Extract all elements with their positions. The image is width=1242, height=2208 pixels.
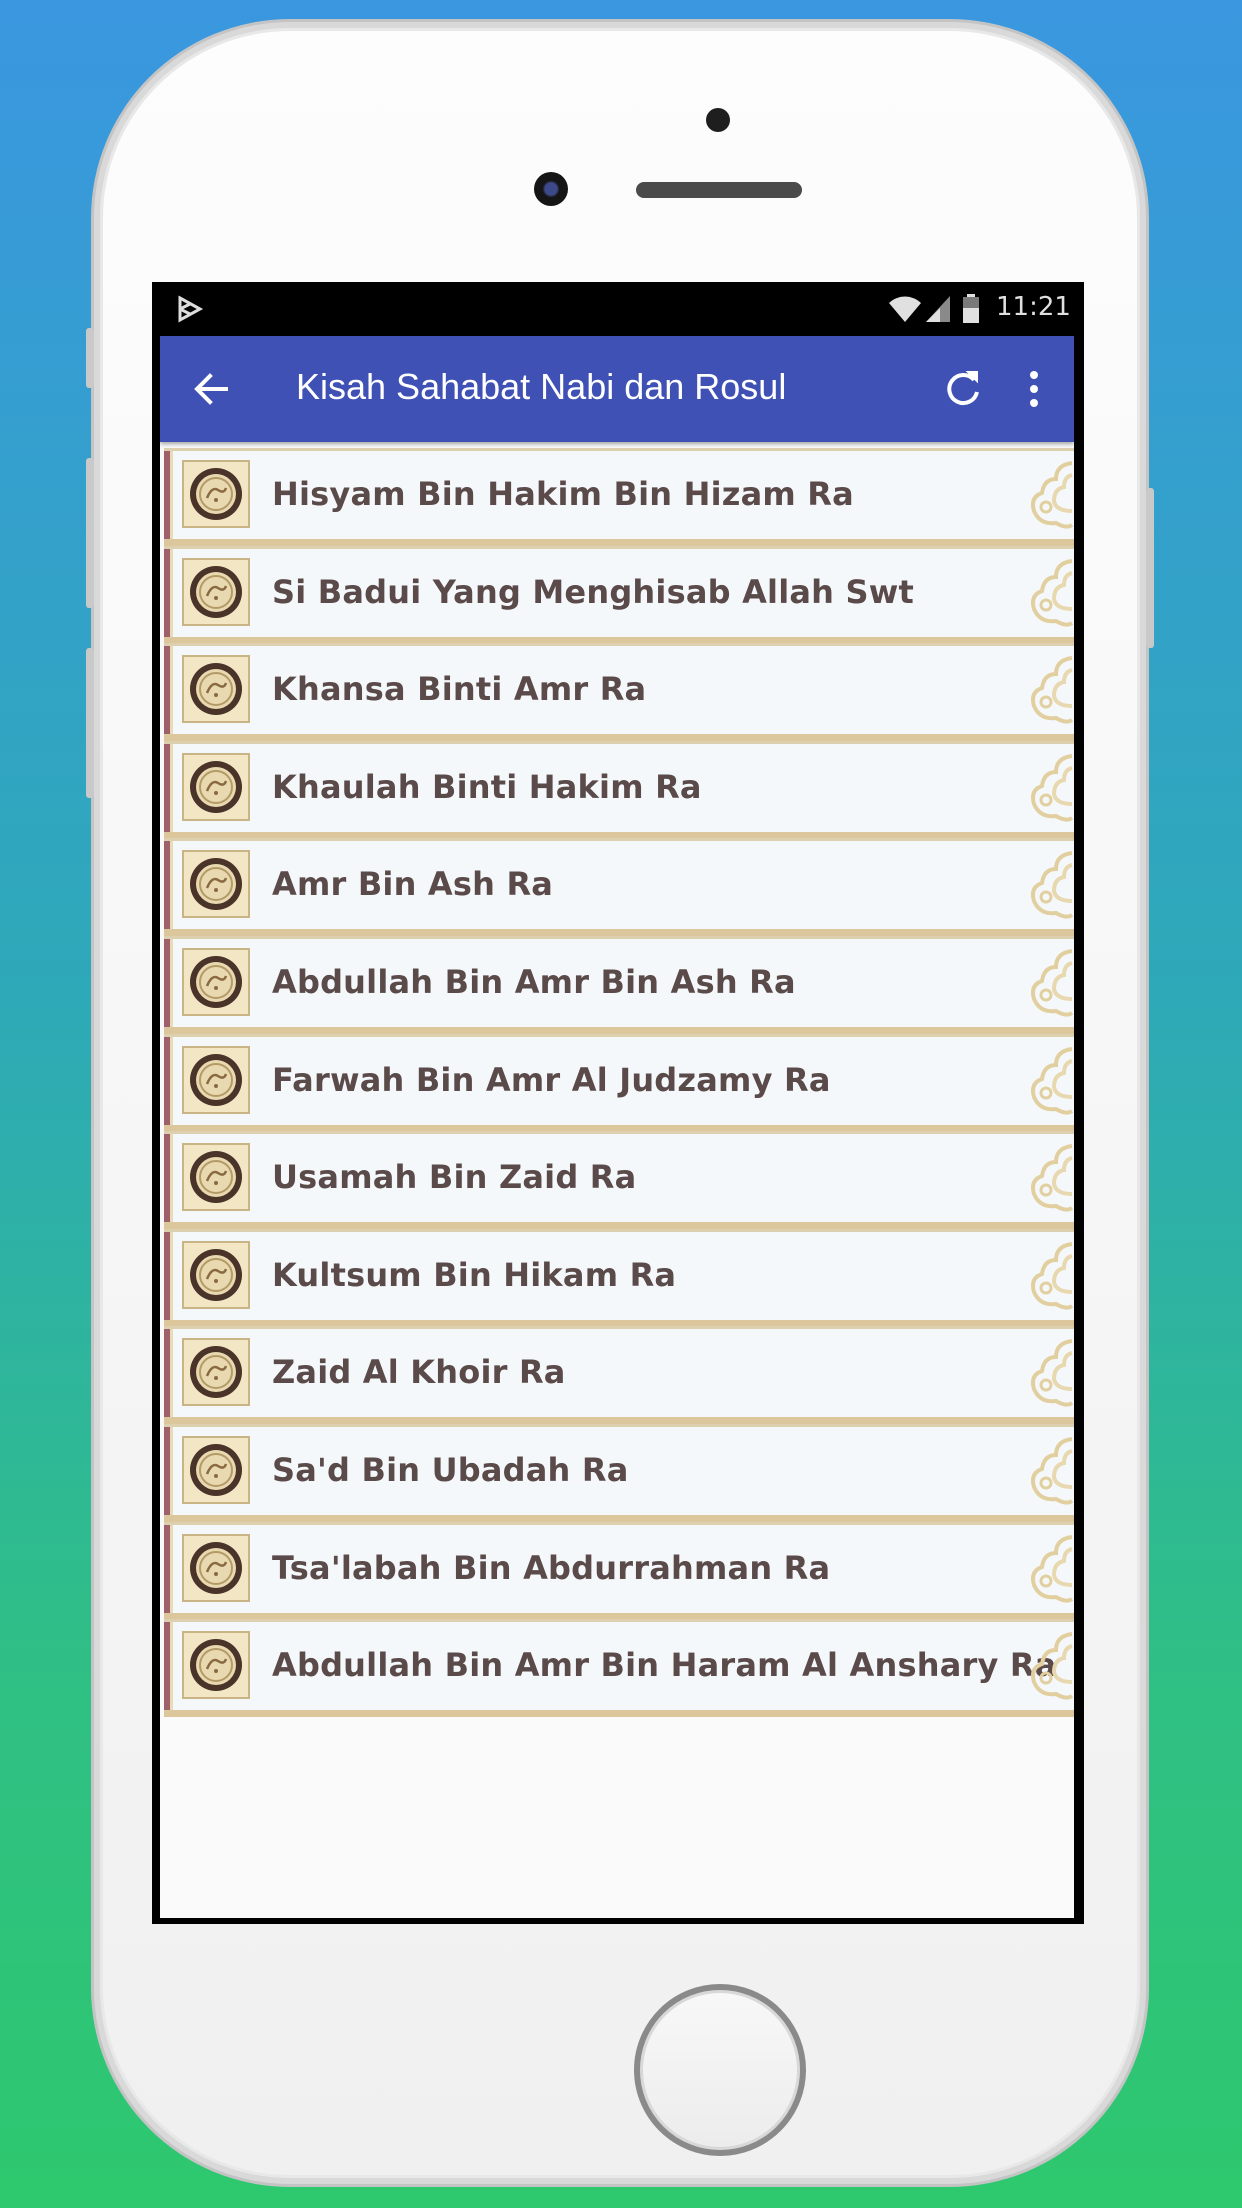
ornament-decoration-icon <box>1026 1041 1074 1121</box>
list-item-thumbnail-icon <box>182 1534 250 1602</box>
list-item-label: Sa'd Bin Ubadah Ra <box>272 1451 629 1489</box>
list-item-thumbnail-icon <box>182 558 250 626</box>
list-item-label: Usamah Bin Zaid Ra <box>272 1158 637 1196</box>
app-content: Kisah Sahabat Nabi dan Rosul Hisyam Bin … <box>160 336 1074 1918</box>
list-item[interactable]: Amr Bin Ash Ra <box>164 838 1074 936</box>
list-item[interactable]: Kultsum Bin Hikam Ra <box>164 1229 1074 1327</box>
list-item-label: Khaulah Binti Hakim Ra <box>272 768 702 806</box>
list-item[interactable]: Hisyam Bin Hakim Bin Hizam Ra <box>164 448 1074 546</box>
screen-edge <box>152 1918 1084 1924</box>
ornament-decoration-icon <box>1026 1333 1074 1413</box>
list-item-label: Tsa'labah Bin Abdurrahman Ra <box>272 1549 831 1587</box>
list-item[interactable]: Usamah Bin Zaid Ra <box>164 1131 1074 1229</box>
list-item-thumbnail-icon <box>182 1631 250 1699</box>
list-item-label: Khansa Binti Amr Ra <box>272 670 647 708</box>
wifi-icon <box>889 296 921 322</box>
list-item-label: Zaid Al Khoir Ra <box>272 1353 566 1391</box>
more-vertical-icon[interactable] <box>1024 366 1044 412</box>
list-item-thumbnail-icon <box>182 948 250 1016</box>
ornament-decoration-icon <box>1026 553 1074 633</box>
list-item-thumbnail-icon <box>182 460 250 528</box>
proximity-sensor <box>706 108 730 132</box>
ornament-decoration-icon <box>1026 1138 1074 1218</box>
list-item-thumbnail-icon <box>182 1046 250 1114</box>
list-item-thumbnail-icon <box>182 1338 250 1406</box>
list-item[interactable]: Si Badui Yang Menghisab Allah Swt <box>164 546 1074 644</box>
list-item-label: Farwah Bin Amr Al Judzamy Ra <box>272 1061 831 1099</box>
battery-icon <box>963 294 979 323</box>
list-item[interactable]: Farwah Bin Amr Al Judzamy Ra <box>164 1034 1074 1132</box>
list-item-thumbnail-icon <box>182 1143 250 1211</box>
mute-switch <box>86 328 94 388</box>
ornament-decoration-icon <box>1026 845 1074 925</box>
ornament-decoration-icon <box>1026 943 1074 1023</box>
earpiece-speaker <box>636 182 802 198</box>
play-store-notification-icon <box>178 295 204 323</box>
list-item[interactable]: Abdullah Bin Amr Bin Haram Al Anshary Ra <box>164 1619 1074 1717</box>
ornament-decoration-icon <box>1026 1236 1074 1316</box>
ornament-decoration-icon <box>1026 1529 1074 1609</box>
ornament-decoration-icon <box>1026 748 1074 828</box>
list-item-label: Hisyam Bin Hakim Bin Hizam Ra <box>272 475 854 513</box>
arrow-back-icon[interactable] <box>188 366 234 412</box>
list-item[interactable]: Khaulah Binti Hakim Ra <box>164 741 1074 839</box>
list-item[interactable]: Sa'd Bin Ubadah Ra <box>164 1424 1074 1522</box>
list-item[interactable]: Zaid Al Khoir Ra <box>164 1326 1074 1424</box>
list-item-label: Kultsum Bin Hikam Ra <box>272 1256 677 1294</box>
front-camera <box>534 172 568 206</box>
list-item-label: Abdullah Bin Amr Bin Ash Ra <box>272 963 796 1001</box>
ornament-decoration-icon <box>1026 650 1074 730</box>
volume-down-button <box>86 648 94 798</box>
volume-up-button <box>86 458 94 608</box>
refresh-icon[interactable] <box>940 366 986 412</box>
screen-edge <box>1074 282 1084 1924</box>
home-button[interactable] <box>634 1984 806 2156</box>
screen: 11:21 Kisah Sahabat Nabi dan Rosul Hisya… <box>152 282 1084 1924</box>
list-item-label: Amr Bin Ash Ra <box>272 865 554 903</box>
status-time: 11:21 <box>996 292 1071 322</box>
list-item-thumbnail-icon <box>182 850 250 918</box>
list-item-thumbnail-icon <box>182 655 250 723</box>
ornament-decoration-icon <box>1026 1431 1074 1511</box>
toolbar-title: Kisah Sahabat Nabi dan Rosul <box>296 366 787 407</box>
list-item-label: Abdullah Bin Amr Bin Haram Al Anshary Ra <box>272 1646 1057 1684</box>
list-item-thumbnail-icon <box>182 1241 250 1309</box>
status-bar: 11:21 <box>152 282 1084 336</box>
signal-icon <box>926 296 950 322</box>
app-toolbar: Kisah Sahabat Nabi dan Rosul <box>160 336 1074 442</box>
power-button <box>1146 488 1154 648</box>
list-item[interactable]: Khansa Binti Amr Ra <box>164 643 1074 741</box>
list-item-label: Si Badui Yang Menghisab Allah Swt <box>272 573 914 611</box>
list-item[interactable]: Tsa'labah Bin Abdurrahman Ra <box>164 1522 1074 1620</box>
list-item-thumbnail-icon <box>182 1436 250 1504</box>
list-item-thumbnail-icon <box>182 753 250 821</box>
ornament-decoration-icon <box>1026 455 1074 535</box>
list-item[interactable]: Abdullah Bin Amr Bin Ash Ra <box>164 936 1074 1034</box>
ornament-decoration-icon <box>1026 1626 1074 1706</box>
